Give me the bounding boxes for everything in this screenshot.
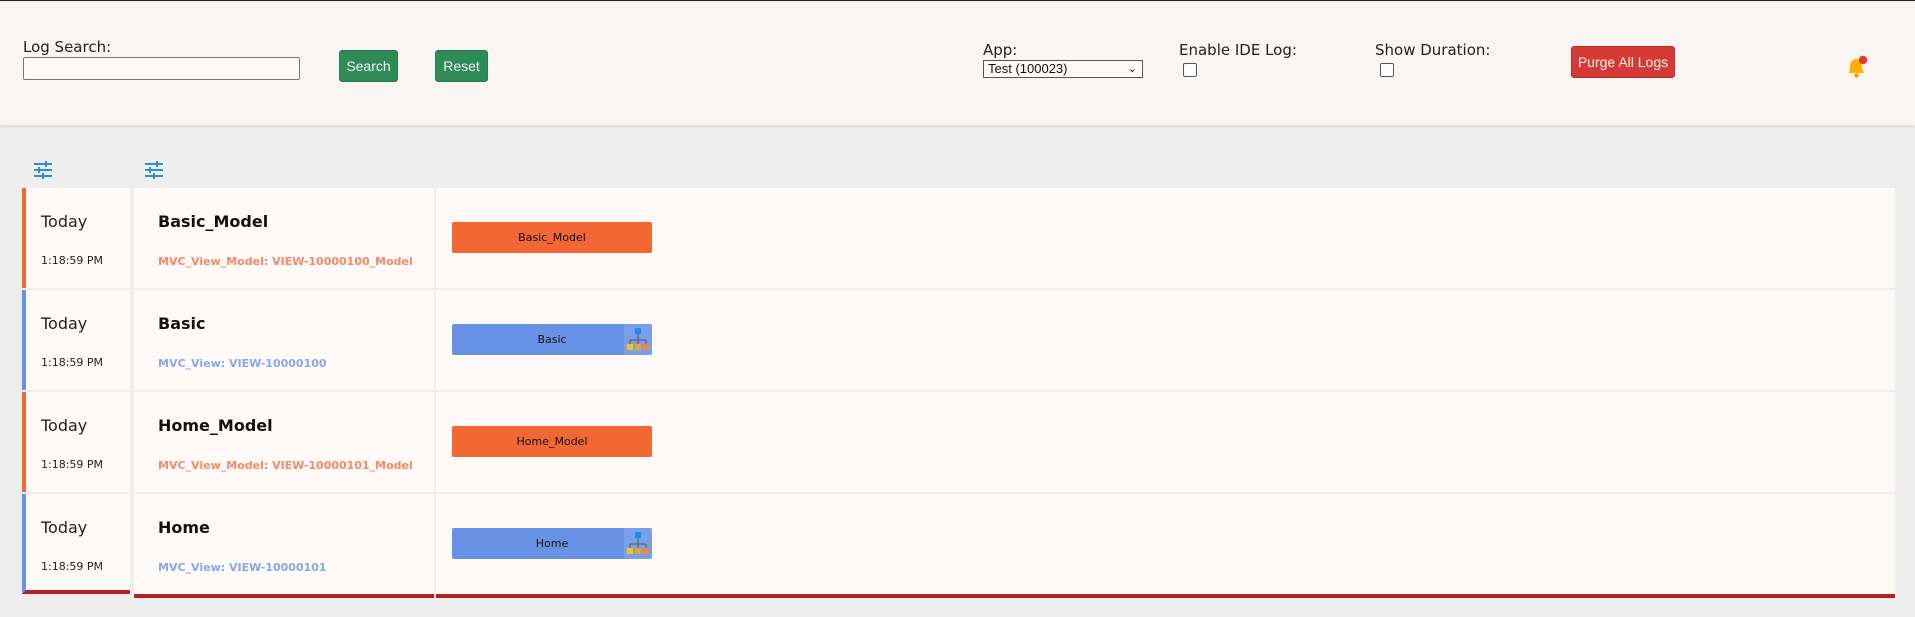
log-name: Basic_Model <box>158 212 269 231</box>
log-info-cell: Home MVC_View: VIEW-10000101 <box>134 494 434 598</box>
log-bar-label: Home_Model <box>516 435 588 448</box>
log-time: 1:18:59 PM <box>41 254 104 267</box>
log-timeline-cell: Basic <box>436 290 1895 390</box>
log-subtitle: MVC_View_Model: VIEW-10000101_Model <box>158 459 413 472</box>
log-row[interactable]: Today 1:18:59 PM Basic MVC_View: VIEW-10… <box>22 290 1895 390</box>
log-day: Today <box>41 416 88 435</box>
filter-sliders-icon[interactable] <box>144 161 164 179</box>
log-subtitle: MVC_View: VIEW-10000101 <box>158 561 327 574</box>
purge-all-logs-button[interactable]: Purge All Logs <box>1571 46 1675 78</box>
log-time-cell: Today 1:18:59 PM <box>22 392 130 492</box>
log-info-cell: Basic MVC_View: VIEW-10000100 <box>134 290 434 390</box>
hierarchy-icon[interactable] <box>624 528 652 559</box>
show-duration-checkbox[interactable] <box>1380 63 1394 77</box>
log-time: 1:18:59 PM <box>41 560 104 573</box>
log-bar-label: Basic <box>537 333 567 346</box>
log-row[interactable]: Today 1:18:59 PM Home_Model MVC_View_Mod… <box>22 392 1895 492</box>
log-time-cell: Today 1:18:59 PM <box>22 188 130 288</box>
log-search-label: Log Search: <box>23 38 112 56</box>
log-subtitle: MVC_View_Model: VIEW-10000100_Model <box>158 255 413 268</box>
log-row[interactable]: Today 1:18:59 PM Home MVC_View: VIEW-100… <box>22 494 1895 598</box>
bell-icon[interactable] <box>1845 55 1871 81</box>
log-info-cell: Basic_Model MVC_View_Model: VIEW-1000010… <box>134 188 434 288</box>
log-name: Basic <box>158 314 206 333</box>
log-day: Today <box>41 518 88 537</box>
log-info-cell: Home_Model MVC_View_Model: VIEW-10000101… <box>134 392 434 492</box>
top-toolbar: Log Search: Search Reset App: Test (1000… <box>0 2 1915 125</box>
app-select-value: Test (100023) <box>988 61 1068 76</box>
log-name: Home <box>158 518 210 537</box>
log-bar[interactable]: Home_Model <box>452 426 652 457</box>
search-button[interactable]: Search <box>339 50 398 82</box>
log-time: 1:18:59 PM <box>41 356 104 369</box>
log-timeline-cell: Home <box>436 494 1895 598</box>
log-bar-label: Basic_Model <box>518 231 586 244</box>
log-day: Today <box>41 314 88 333</box>
enable-ide-log-label: Enable IDE Log: <box>1179 41 1297 59</box>
log-bar[interactable]: Basic_Model <box>452 222 652 253</box>
log-row[interactable]: Today 1:18:59 PM Basic_Model MVC_View_Mo… <box>22 188 1895 288</box>
log-search-input[interactable] <box>23 57 300 80</box>
log-bar[interactable]: Basic <box>452 324 652 355</box>
log-time-cell: Today 1:18:59 PM <box>22 494 130 594</box>
log-name: Home_Model <box>158 416 273 435</box>
log-time: 1:18:59 PM <box>41 458 104 471</box>
enable-ide-log-checkbox[interactable] <box>1183 63 1197 77</box>
log-subtitle: MVC_View: VIEW-10000100 <box>158 357 327 370</box>
show-duration-label: Show Duration: <box>1375 41 1491 59</box>
log-day: Today <box>41 212 88 231</box>
filter-sliders-icon[interactable] <box>33 161 53 179</box>
log-bar-label: Home <box>535 537 569 550</box>
hierarchy-icon[interactable] <box>624 324 652 355</box>
log-bar[interactable]: Home <box>452 528 652 559</box>
reset-button[interactable]: Reset <box>435 50 488 82</box>
log-timeline-cell: Home_Model <box>436 392 1895 492</box>
log-timeline-cell: Basic_Model <box>436 188 1895 288</box>
app-select[interactable]: Test (100023) ⌄ <box>983 60 1143 78</box>
log-time-cell: Today 1:18:59 PM <box>22 290 130 390</box>
notification-badge <box>1858 55 1868 65</box>
app-label: App: <box>983 41 1018 59</box>
chevron-down-icon: ⌄ <box>1127 63 1137 75</box>
